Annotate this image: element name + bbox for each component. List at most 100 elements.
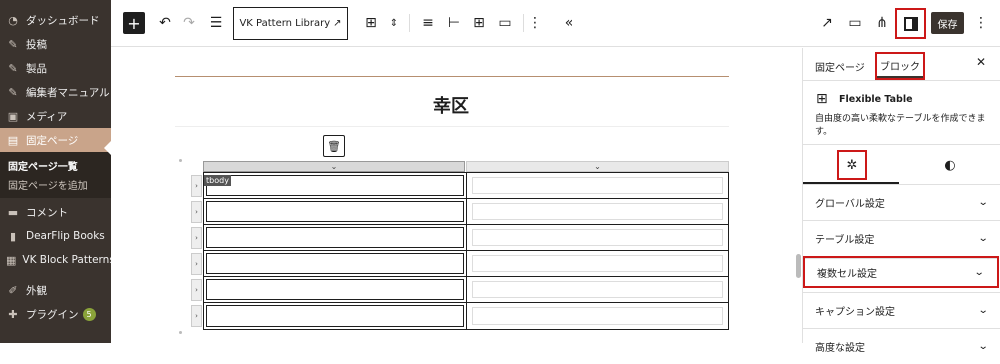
- settings-toggle-button[interactable]: [895, 8, 926, 39]
- table-cell[interactable]: [204, 199, 467, 224]
- sidebar-item-posts[interactable]: ✎ 投稿: [0, 32, 111, 56]
- table-cell[interactable]: [204, 173, 467, 198]
- editor-toolbar: + ↶ ↷ ☰ VK Pattern Library ↗ ⊞ ⇕ ≡ ⊢ ⊞ ▭ …: [111, 0, 1000, 47]
- justify-left-icon[interactable]: ⊢: [443, 10, 465, 36]
- row-handle[interactable]: ›: [191, 201, 202, 223]
- sidebar-item-comments[interactable]: ▬ コメント: [0, 200, 111, 224]
- sidebar-item-label: 製品: [26, 62, 47, 75]
- table-row: [204, 277, 728, 303]
- sidebar-item-appearance[interactable]: ✐ 外観: [0, 278, 111, 302]
- sidebar-item-plugins[interactable]: ✚ プラグイン 5: [0, 302, 111, 326]
- settings-tab-gear[interactable]: ✲: [837, 150, 867, 180]
- section-label: 複数セル設定: [817, 269, 877, 280]
- page-title[interactable]: 幸区: [111, 92, 791, 118]
- sidebar-item-label: DearFlip Books: [26, 230, 105, 242]
- section-caption-settings[interactable]: キャプション設定 ⌄: [803, 292, 1000, 328]
- external-link-icon: ↗: [333, 18, 342, 29]
- comment-icon: ▬: [7, 205, 19, 219]
- table-cell[interactable]: [467, 225, 729, 250]
- delete-icon[interactable]: 🗑: [323, 135, 345, 157]
- redo-button[interactable]: ↷: [179, 10, 199, 36]
- save-button[interactable]: 保存: [931, 12, 964, 34]
- table-icon[interactable]: ⊞: [468, 10, 490, 36]
- pattern-library-button[interactable]: VK Pattern Library ↗: [233, 7, 348, 40]
- admin-sidebar: ◔ ダッシュボード ✎ 投稿 ✎ 製品 ✎ 編集者マニュアル ▣ メディア ▤ 固定ページ …: [0, 0, 115, 343]
- table-cell[interactable]: [467, 199, 729, 224]
- table-block-icon[interactable]: ⊞: [360, 10, 382, 36]
- section-advanced-settings[interactable]: 高度な設定 ⌄: [803, 328, 1000, 364]
- sidebar-sub-all-pages[interactable]: 固定ページ一覧: [0, 156, 111, 175]
- flexible-table[interactable]: [203, 172, 729, 330]
- section-label: テーブル設定: [815, 235, 875, 246]
- document-overview-button[interactable]: ☰: [206, 10, 226, 36]
- collapse-toolbar-icon[interactable]: «: [559, 10, 579, 36]
- sidebar-item-dashboard[interactable]: ◔ ダッシュボード: [0, 8, 111, 32]
- move-up-down-icon[interactable]: ⇕: [386, 10, 402, 36]
- tab-block[interactable]: ブロック: [875, 52, 925, 80]
- align-icon[interactable]: ≡: [417, 10, 439, 36]
- toolbar-separator: [409, 14, 410, 32]
- column-header-2[interactable]: ⌄: [466, 161, 729, 172]
- book-icon: ▮: [9, 229, 17, 243]
- more-options-icon[interactable]: ⋮: [527, 10, 543, 36]
- row-handle[interactable]: ›: [191, 305, 202, 327]
- contrast-icon: ◐: [944, 157, 956, 173]
- table-row: [204, 251, 728, 277]
- grid-icon: ▦: [6, 253, 17, 267]
- section-global-settings[interactable]: グローバル設定 ⌄: [803, 184, 1000, 220]
- sidebar-item-label: コメント: [26, 206, 68, 219]
- tbody-tag: tbody: [204, 175, 231, 186]
- table-cell[interactable]: [204, 251, 467, 276]
- section-multi-cell-settings[interactable]: 複数セル設定 ⌄: [803, 256, 999, 288]
- tab-page[interactable]: 固定ページ: [815, 54, 865, 78]
- chevron-down-icon: ⌄: [977, 233, 989, 244]
- panel-divider: [803, 144, 1000, 145]
- row-handle[interactable]: ›: [191, 253, 202, 275]
- sidebar-item-dearflip[interactable]: ▮ DearFlip Books: [0, 224, 111, 248]
- styles-tab[interactable]: ◐: [937, 152, 963, 178]
- row-handle[interactable]: ›: [191, 227, 202, 249]
- undo-button[interactable]: ↶: [155, 10, 175, 36]
- section-label: グローバル設定: [815, 199, 885, 210]
- row-handle[interactable]: ›: [191, 279, 202, 301]
- title-rule: [175, 76, 729, 77]
- title-divider: [175, 126, 729, 127]
- sidebar-item-label: ダッシュボード: [26, 14, 100, 27]
- options-menu-icon[interactable]: ⋮: [973, 10, 989, 36]
- table-cell[interactable]: [467, 277, 729, 302]
- add-block-button[interactable]: +: [123, 12, 145, 34]
- table-row: [204, 199, 728, 225]
- sidebar-sub-add-page[interactable]: 固定ページを追加: [0, 175, 111, 194]
- sidebar-submenu: 固定ページ一覧 固定ページを追加: [0, 152, 111, 198]
- table-block-icon: ⊞: [816, 91, 828, 107]
- section-label: キャプション設定: [815, 307, 895, 318]
- table-row: [204, 303, 728, 329]
- sidebar-item-label: 固定ページ: [26, 134, 79, 147]
- table-cell[interactable]: [204, 303, 467, 329]
- block-description: 自由度の高い柔軟なテーブルを作成できます。: [815, 114, 986, 137]
- caption-icon[interactable]: ▭: [494, 10, 516, 36]
- sidebar-item-media[interactable]: ▣ メディア: [0, 104, 111, 128]
- styles-icon[interactable]: ⋔: [871, 10, 893, 36]
- column-header-1[interactable]: ⌄: [203, 161, 465, 172]
- sidebar-item-editor-manual[interactable]: ✎ 編集者マニュアル: [0, 80, 111, 104]
- toolbar-separator: [523, 14, 524, 32]
- view-external-icon[interactable]: ↗: [817, 10, 837, 36]
- pin-icon: ✎: [8, 37, 18, 51]
- row-handle[interactable]: ›: [191, 175, 202, 197]
- table-row: [204, 225, 728, 251]
- section-table-settings[interactable]: テーブル設定 ⌄: [803, 220, 1000, 256]
- sidebar-item-products[interactable]: ✎ 製品: [0, 56, 111, 80]
- canvas-scrollbar[interactable]: [796, 254, 801, 278]
- active-menu-arrow: [104, 141, 111, 155]
- table-cell[interactable]: [204, 277, 467, 302]
- table-cell[interactable]: [467, 251, 729, 276]
- sidebar-item-pages[interactable]: ▤ 固定ページ: [0, 128, 111, 152]
- close-icon[interactable]: ✕: [976, 55, 986, 69]
- preview-icon[interactable]: ▭: [845, 10, 865, 36]
- table-cell[interactable]: [204, 225, 467, 250]
- sidebar-item-vk-patterns[interactable]: ▦ VK Block Patterns: [0, 248, 115, 272]
- panel-divider: [803, 80, 1000, 81]
- table-cell[interactable]: [467, 173, 729, 198]
- table-cell[interactable]: [467, 303, 729, 329]
